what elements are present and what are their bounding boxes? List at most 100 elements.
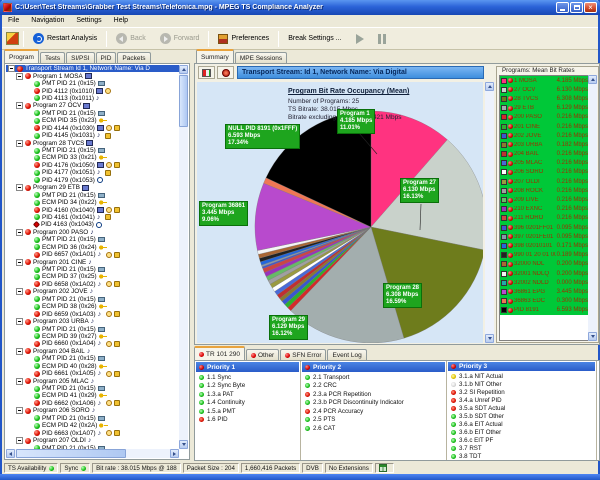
program-bitrate-row[interactable]: 201 CINE0.216 Mbps xyxy=(500,122,589,131)
tree-program-row[interactable]: Program 206 SORO xyxy=(6,407,179,414)
tree-vertical-scrollbar[interactable] xyxy=(179,65,188,449)
play-button[interactable] xyxy=(351,29,369,48)
tree-pid-row[interactable]: PMT PID 21 (0x15) xyxy=(6,110,179,117)
tab-pid[interactable]: PID xyxy=(96,52,117,63)
restart-analysis-button[interactable]: Restart Analysis xyxy=(28,29,102,48)
priority-check-item[interactable]: 1.1 Sync xyxy=(195,373,300,382)
program-bitrate-row[interactable]: 205 MLAC0.216 Mbps xyxy=(500,159,589,168)
tree-pid-row[interactable]: PID 6661 (0x1A05) xyxy=(6,370,179,377)
program-bitrate-row[interactable]: 32000 NDL0.200 Mbps xyxy=(500,260,589,269)
chart-vertical-scrollbar[interactable] xyxy=(485,82,494,343)
menu-item-help[interactable]: Help xyxy=(108,15,134,27)
tree-pid-row[interactable]: PID 4176 (0x1050) xyxy=(6,162,179,169)
tree-pid-row[interactable]: PMT PID 21 (0x15) xyxy=(6,80,179,87)
program-bitrate-row[interactable]: 202 JOVE0.216 Mbps xyxy=(500,131,589,140)
priority-check-item[interactable]: 3.5.a SDT Actual xyxy=(447,404,596,412)
priority-check-item[interactable]: 3.7 RST xyxy=(447,444,596,452)
stream-status-button[interactable] xyxy=(217,66,234,79)
minimize-button[interactable] xyxy=(556,2,569,13)
tree-pid-row[interactable]: PMT PID 21 (0x15) xyxy=(6,266,179,273)
tree-vscroll-thumb[interactable] xyxy=(179,75,188,127)
priority-check-item[interactable]: 1.5.a PMT xyxy=(195,407,300,416)
tab-other[interactable]: Other xyxy=(246,349,279,360)
tab-tr-101-290[interactable]: TR 101 290 xyxy=(194,346,245,360)
tree-root-row[interactable]: Transport Stream Id 1, Network Name: Via… xyxy=(6,65,179,72)
collapse-icon[interactable] xyxy=(16,437,23,444)
tree-program-row[interactable]: Program 29 ETB xyxy=(6,184,179,191)
priority-check-item[interactable]: 3.4.a Unref PID xyxy=(447,396,596,404)
program-bitrate-row[interactable]: 203 URBA0.182 Mbps xyxy=(500,140,589,149)
program-bitrate-row[interactable]: 36861 EPG3.445 Mbps xyxy=(500,287,589,296)
scroll-up-icon[interactable] xyxy=(485,82,494,91)
program-bitrate-row[interactable]: PID 81916.593 Mbps xyxy=(500,306,589,315)
tree-pid-row[interactable]: ECM PID 42 (0x2A) xyxy=(6,422,179,429)
program-bitrate-row[interactable]: 27 OCV6.130 Mbps xyxy=(500,85,589,94)
collapse-icon[interactable] xyxy=(16,407,23,414)
maximize-button[interactable] xyxy=(570,2,583,13)
tree-program-row[interactable]: Program 27 OCV xyxy=(6,102,179,109)
tree-pid-row[interactable]: PID 4163 (0x1043) xyxy=(6,221,179,228)
priority-check-item[interactable]: 2.3.a PCR Repetition xyxy=(301,390,446,399)
menu-item-settings[interactable]: Settings xyxy=(70,15,107,27)
program-bitrate-row[interactable]: 396 0201FF010.095 Mbps xyxy=(500,223,589,232)
tree-program-row[interactable]: Program 204 BAIL xyxy=(6,348,179,355)
program-bitrate-row[interactable]: 200 PASO0.216 Mbps xyxy=(500,113,589,122)
program-bitrate-row[interactable]: 36863 EDC0.300 Mbps xyxy=(500,297,589,306)
tree-pid-row[interactable]: PID 4179 (0x1053) xyxy=(6,177,179,184)
break-settings-button[interactable]: Break Settings ... xyxy=(283,29,346,48)
scroll-up-icon[interactable] xyxy=(179,65,188,74)
collapse-icon[interactable] xyxy=(16,259,23,266)
tree-pid-row[interactable]: PMT PID 21 (0x15) xyxy=(6,415,179,422)
collapse-icon[interactable] xyxy=(16,73,23,80)
tree-pid-row[interactable]: PMT PID 21 (0x15) xyxy=(6,325,179,332)
tree-pid-row[interactable]: ECM PID 38 (0x26) xyxy=(6,303,179,310)
tree-program-row[interactable]: Program 1 MOSA xyxy=(6,72,179,79)
program-bitrate-row[interactable]: 28 TVCS6.308 Mbps xyxy=(500,94,589,103)
program-bitrate-row[interactable]: 209 LIVE0.216 Mbps xyxy=(500,195,589,204)
tree-program-row[interactable]: Program 205 MLAC xyxy=(6,377,179,384)
tree-pid-row[interactable]: PMT PID 21 (0x15) xyxy=(6,147,179,154)
collapse-icon[interactable] xyxy=(16,229,23,236)
program-bitrate-row[interactable]: 204 BAIL0.216 Mbps xyxy=(500,150,589,159)
tab-si-psi[interactable]: SI/PSI xyxy=(66,52,94,63)
tree-pid-row[interactable]: PID 4144 (0x1030) xyxy=(6,125,179,132)
tab-event-log[interactable]: Event Log xyxy=(327,349,366,360)
tree-program-row[interactable]: Program 200 PASO xyxy=(6,229,179,236)
program-bitrate-row[interactable]: 207 OLDI0.216 Mbps xyxy=(500,177,589,186)
tree-pid-row[interactable]: PID 6662 (0x1A06) xyxy=(6,400,179,407)
tree-pid-row[interactable]: PMT PID 21 (0x15) xyxy=(6,296,179,303)
programs-vertical-scrollbar[interactable] xyxy=(588,75,597,341)
tree-pid-row[interactable]: PID 4145 (0x1031) xyxy=(6,132,179,139)
collapse-icon[interactable] xyxy=(16,184,23,191)
menu-item-navigation[interactable]: Navigation xyxy=(25,15,70,27)
preferences-button[interactable]: Preferences xyxy=(213,29,274,48)
tree-pid-row[interactable]: PID 6663 (0x1A07) xyxy=(6,429,179,436)
priority-check-item[interactable]: 3.6.b EIT Other xyxy=(447,428,596,436)
priority-check-item[interactable]: 3.1.b NIT Other xyxy=(447,380,596,388)
scroll-down-icon[interactable] xyxy=(485,334,494,343)
tree-pid-row[interactable]: PMT PID 21 (0x15) xyxy=(6,236,179,243)
program-bitrate-row[interactable]: 1 MOSA4.185 Mbps xyxy=(500,76,589,85)
tree-pid-row[interactable]: PID 4112 (0x1010) xyxy=(6,87,179,94)
tree-pid-row[interactable]: ECM PID 36 (0x24) xyxy=(6,244,179,251)
tab-sfn-error[interactable]: SFN Error xyxy=(280,349,326,360)
tree-program-row[interactable]: Program 207 OLDI xyxy=(6,437,179,444)
priority-check-item[interactable]: 3.5.b SDT Other xyxy=(447,412,596,420)
tree-pid-row[interactable]: PID 4161 (0x1041) xyxy=(6,214,179,221)
tree-pid-row[interactable]: PID 4160 (0x1040) xyxy=(6,206,179,213)
priority-check-item[interactable]: 2.3.b PCR Discontinuity Indicator xyxy=(301,399,446,408)
tree-pid-row[interactable]: PID 4113 (0x1011) xyxy=(6,95,179,102)
scroll-right-icon[interactable] xyxy=(170,449,179,458)
collapse-icon[interactable] xyxy=(16,318,23,325)
scroll-left-icon[interactable] xyxy=(6,449,15,458)
collapse-icon[interactable] xyxy=(16,348,23,355)
program-bitrate-row[interactable]: 990 01 20 01 000.189 Mbps xyxy=(500,251,589,260)
priority-check-item[interactable]: 1.6 PID xyxy=(195,416,300,425)
tree-pid-row[interactable]: ECM PID 35 (0x23) xyxy=(6,117,179,124)
priority-check-item[interactable]: 2.6 CAT xyxy=(301,424,446,433)
tree-program-row[interactable]: Program 201 CINE xyxy=(6,258,179,265)
tab-packets[interactable]: Packets xyxy=(117,52,150,63)
tab-program[interactable]: Program xyxy=(4,49,39,63)
tab-summary[interactable]: Summary xyxy=(196,49,234,63)
tree-pid-row[interactable]: ECM PID 37 (0x25) xyxy=(6,273,179,280)
